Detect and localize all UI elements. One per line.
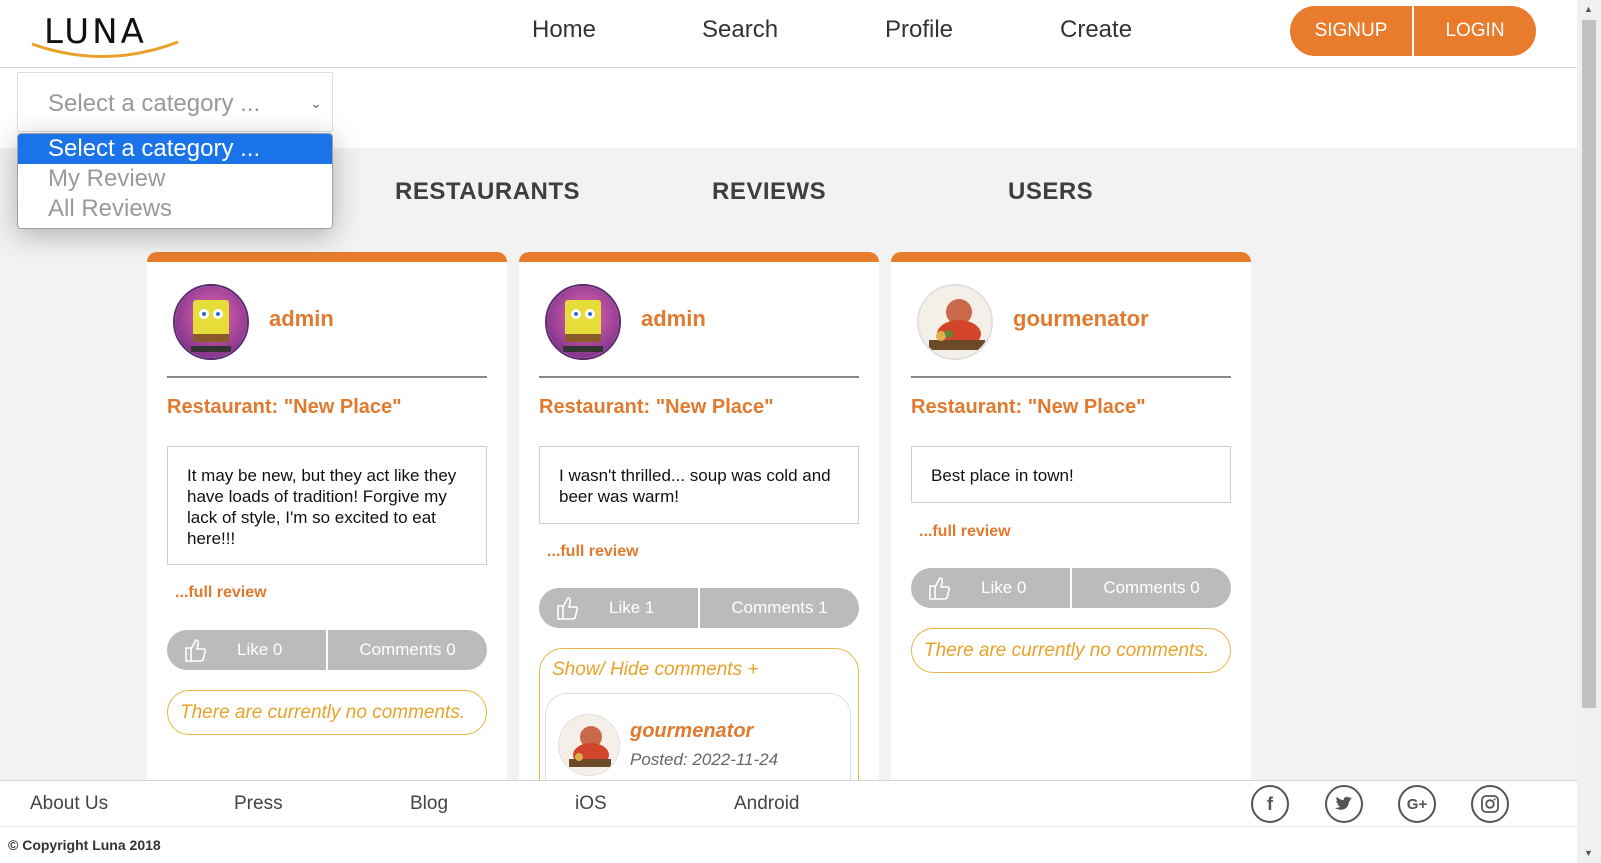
show-hide-comments-toggle[interactable]: Show/ Hide comments + (552, 659, 758, 681)
footer-links-row: About Us Press Blog iOS Android f G+ (0, 781, 1577, 827)
review-actions: Like 0 Comments 0 (167, 630, 487, 670)
comment-date: Posted: 2022-11-24 (630, 750, 779, 769)
chevron-down-icon: ⌄ (310, 95, 322, 111)
dropdown-option-placeholder[interactable]: Select a category ... (18, 134, 332, 164)
divider (539, 376, 859, 378)
signup-button[interactable]: SIGNUP (1290, 6, 1412, 56)
restaurant-name[interactable]: Restaurant: "New Place" (539, 396, 774, 419)
review-text: Best place in town! (911, 446, 1231, 503)
like-button[interactable]: Like 1 (539, 588, 698, 628)
logo-swoosh-icon (31, 40, 179, 58)
like-button[interactable]: Like 0 (911, 568, 1070, 608)
like-count: Like 1 (609, 598, 655, 617)
footer-link-about[interactable]: About Us (30, 793, 108, 815)
review-card: admin Restaurant: "New Place" I wasn't t… (519, 252, 879, 792)
tab-reviews[interactable]: REVIEWS (712, 178, 826, 206)
card-username[interactable]: admin (641, 306, 706, 332)
nav-create[interactable]: Create (1060, 16, 1132, 44)
footer-link-ios[interactable]: iOS (575, 793, 607, 815)
review-text: I wasn't thrilled... soup was cold and b… (539, 446, 859, 524)
review-text: It may be new, but they act like they ha… (167, 446, 487, 565)
top-header: LUNA Home Search Profile Create SIGNUP L… (0, 0, 1577, 68)
thumbs-up-icon (185, 639, 207, 662)
nav-search[interactable]: Search (702, 16, 778, 44)
review-actions: Like 0 Comments 0 (911, 568, 1231, 608)
tab-restaurants[interactable]: RESTAURANTS (395, 178, 580, 206)
copyright-text: © Copyright Luna 2018 (8, 837, 161, 853)
divider (911, 376, 1231, 378)
like-button[interactable]: Like 0 (167, 630, 326, 670)
avatar[interactable] (173, 284, 249, 360)
tab-users[interactable]: USERS (1008, 178, 1093, 206)
review-card: admin Restaurant: "New Place" It may be … (147, 252, 507, 792)
scroll-up-arrow-icon[interactable]: ▲ (1584, 4, 1593, 14)
footer-link-blog[interactable]: Blog (410, 793, 448, 815)
twitter-icon[interactable] (1325, 785, 1363, 823)
avatar[interactable] (917, 284, 993, 360)
full-review-link[interactable]: ...full review (547, 543, 639, 561)
full-review-link[interactable]: ...full review (175, 584, 267, 602)
divider (167, 376, 487, 378)
footer-link-android[interactable]: Android (734, 793, 800, 815)
restaurant-name[interactable]: Restaurant: "New Place" (911, 396, 1146, 419)
nav-profile[interactable]: Profile (885, 16, 953, 44)
comments-button[interactable]: Comments 1 (700, 588, 859, 628)
no-comments-note: There are currently no comments. (167, 690, 487, 735)
google-plus-icon[interactable]: G+ (1398, 785, 1436, 823)
avatar[interactable] (545, 284, 621, 360)
vertical-scrollbar[interactable]: ▲ ▼ (1577, 0, 1601, 863)
dropdown-option-my-review[interactable]: My Review (18, 164, 332, 194)
comments-button[interactable]: Comments 0 (1072, 568, 1231, 608)
scrollbar-thumb[interactable] (1582, 20, 1596, 708)
category-select-value: Select a category ... (48, 90, 261, 117)
auth-buttons: SIGNUP LOGIN (1290, 6, 1536, 56)
scroll-down-arrow-icon[interactable]: ▼ (1584, 848, 1593, 858)
comment-item: gourmenator Posted: 2022-11-24 (545, 693, 851, 792)
category-select[interactable]: Select a category ... ⌄ (17, 72, 333, 132)
card-username[interactable]: gourmenator (1013, 306, 1149, 332)
commenter-avatar[interactable] (558, 714, 620, 776)
review-card: gourmenator Restaurant: "New Place" Best… (891, 252, 1251, 792)
dropdown-option-all-reviews[interactable]: All Reviews (18, 194, 332, 224)
card-username[interactable]: admin (269, 306, 334, 332)
thumbs-up-icon (929, 577, 951, 600)
category-dropdown-list: Select a category ... My Review All Revi… (17, 133, 333, 229)
no-comments-note: There are currently no comments. (911, 628, 1231, 673)
luna-logo[interactable]: LUNA (30, 6, 180, 58)
like-count: Like 0 (237, 640, 283, 659)
facebook-icon[interactable]: f (1251, 785, 1289, 823)
full-review-link[interactable]: ...full review (919, 523, 1011, 541)
login-button[interactable]: LOGIN (1414, 6, 1536, 56)
thumbs-up-icon (557, 597, 579, 620)
restaurant-name[interactable]: Restaurant: "New Place" (167, 396, 402, 419)
review-actions: Like 1 Comments 1 (539, 588, 859, 628)
commenter-name[interactable]: gourmenator (630, 720, 753, 743)
footer-link-press[interactable]: Press (234, 793, 283, 815)
comments-panel: Show/ Hide comments + gourmenator Posted… (539, 648, 859, 792)
comments-button[interactable]: Comments 0 (328, 630, 487, 670)
page-footer: About Us Press Blog iOS Android f G+ © C… (0, 780, 1577, 863)
like-count: Like 0 (981, 578, 1027, 597)
nav-home[interactable]: Home (532, 16, 596, 44)
instagram-icon[interactable] (1471, 785, 1509, 823)
